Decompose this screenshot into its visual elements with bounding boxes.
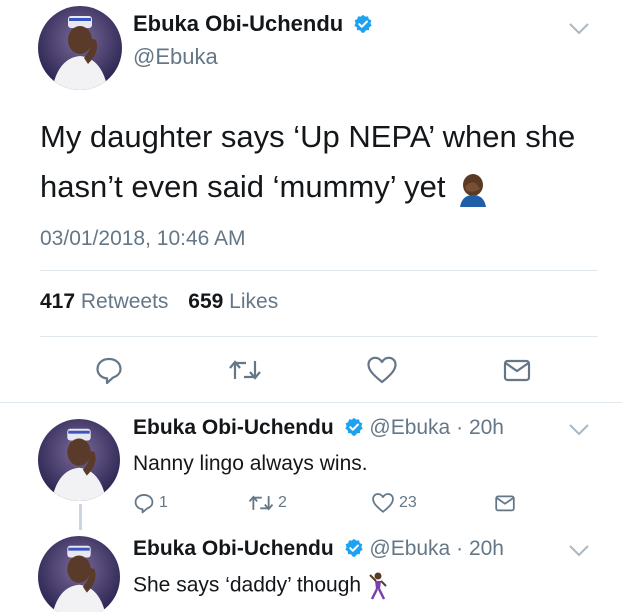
reply-time[interactable]: 20h [469, 537, 504, 560]
reply-button[interactable] [94, 355, 124, 385]
divider [0, 402, 622, 403]
thread-connector-line [79, 504, 82, 530]
separator-dot: · [456, 416, 464, 439]
avatar[interactable] [38, 6, 122, 90]
like-button[interactable] [366, 355, 398, 385]
chevron-down-icon[interactable] [568, 544, 590, 558]
reply-icon [96, 357, 122, 385]
retweet-button[interactable]: 2 [248, 493, 287, 513]
tweet-stats: 417 Retweets 659 Likes [40, 290, 292, 314]
likes-count[interactable]: 659 [188, 290, 223, 313]
direct-message-icon [503, 359, 531, 382]
reply-icon [134, 494, 154, 514]
reply-handle[interactable]: @Ebuka [369, 537, 450, 560]
reply-author-name[interactable]: Ebuka Obi-Uchendu [133, 416, 334, 439]
facepalm-emoji-icon [460, 173, 487, 207]
likes-label[interactable]: Likes [229, 290, 278, 313]
reply-author-name[interactable]: Ebuka Obi-Uchendu [133, 537, 334, 560]
direct-message-button[interactable] [502, 355, 532, 385]
retweets-label[interactable]: Retweets [81, 290, 169, 313]
tweet-text-line-2: hasn’t even said ‘mummy’ yet [40, 169, 446, 204]
direct-message-button[interactable] [494, 492, 516, 514]
reply-text: She says ‘daddy’ though [133, 573, 362, 597]
divider [40, 336, 598, 337]
reply-time[interactable]: 20h [469, 416, 504, 439]
reply-header: Ebuka Obi-Uchendu @Ebuka · 20h [133, 537, 504, 561]
retweet-icon [248, 495, 274, 511]
tweet-timestamp[interactable]: 03/01/2018, 10:46 AM [40, 227, 246, 251]
retweet-icon [229, 360, 261, 380]
like-count: 23 [399, 494, 417, 511]
avatar[interactable] [38, 536, 120, 612]
reply-button[interactable]: 1 [133, 492, 168, 514]
retweet-button[interactable] [228, 357, 262, 383]
retweet-count: 2 [278, 494, 287, 511]
reply-header: Ebuka Obi-Uchendu @Ebuka · 20h [133, 416, 504, 440]
tweet-text-line-1: My daughter says ‘Up NEPA’ when she [40, 119, 576, 154]
reply-text-wrap: She says ‘daddy’ though [133, 571, 389, 601]
author-name[interactable]: Ebuka Obi-Uchendu [133, 11, 373, 37]
tweet-text: My daughter says ‘Up NEPA’ when she hasn… [40, 112, 600, 212]
verified-badge-icon [354, 14, 373, 34]
avatar[interactable] [38, 419, 120, 501]
heart-icon [372, 493, 394, 513]
separator-dot: · [456, 537, 464, 560]
verified-badge-icon [344, 538, 363, 557]
dancing-man-emoji-icon [369, 572, 387, 600]
reply-count: 1 [159, 494, 168, 511]
divider [40, 270, 598, 271]
chevron-down-icon[interactable] [568, 22, 590, 36]
author-name-text[interactable]: Ebuka Obi-Uchendu [133, 11, 343, 36]
direct-message-icon [495, 495, 515, 512]
reply-handle[interactable]: @Ebuka [369, 416, 450, 439]
tweet-text-line-2-wrap: hasn’t even said ‘mummy’ yet [40, 162, 600, 212]
heart-icon [367, 356, 397, 384]
retweets-count[interactable]: 417 [40, 290, 75, 313]
verified-badge-icon [344, 417, 363, 436]
reply-text: Nanny lingo always wins. [133, 452, 368, 475]
like-button[interactable]: 23 [371, 492, 417, 514]
chevron-down-icon[interactable] [568, 423, 590, 437]
author-handle[interactable]: @Ebuka [133, 44, 218, 70]
